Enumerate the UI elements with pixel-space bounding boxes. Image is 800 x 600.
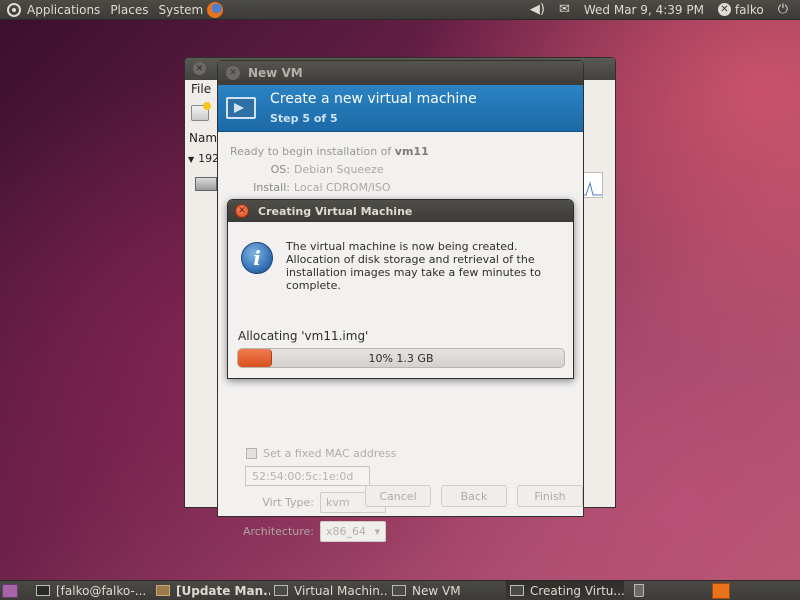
chevron-down-icon: ▼ [374,527,380,536]
top-panel-left: Applications Places System [0,0,224,19]
progress-text: 10% 1.3 GB [368,351,434,365]
user-name: falko [734,2,764,17]
allocating-label: Allocating 'vm11.img' [238,329,369,343]
taskbar-item-label: Virtual Machin... [294,583,388,598]
menu-file[interactable]: File [191,82,211,96]
os-row: OS: Debian Squeeze [218,163,384,176]
finish-button[interactable]: Finish [517,485,583,507]
taskbar-item-label: [Update Man... [176,583,270,598]
user-icon: ✕ [717,3,731,16]
wizard-step: Step 5 of 5 [270,112,338,125]
vm-monitor-icon [195,177,217,191]
volume-icon[interactable]: ◀) [530,2,545,17]
power-icon[interactable]: ⏻ [778,2,788,17]
checkbox-box[interactable] [246,448,257,459]
top-panel-right: ◀) ✉ Wed Mar 9, 4:39 PM ✕ falko ⏻ [530,0,800,19]
virt-manager-icon [274,585,288,596]
wizard-header-text: Create a new virtual machine Step 5 of 5 [270,91,477,125]
taskbar-item-terminal[interactable]: [falko@falko-... [32,581,152,600]
taskbar-item-label: [falko@falko-... [56,583,147,598]
top-panel: Applications Places System ◀) ✉ Wed Mar … [0,0,800,20]
workspace-switcher-icon[interactable] [712,582,730,599]
taskbar-item-new-vm[interactable]: New VM [388,581,506,600]
install-label: Install: [253,181,290,194]
user-menu[interactable]: ✕ falko [717,2,764,17]
taskbar-item-update-manager[interactable]: [Update Man... [152,581,270,600]
bottom-panel: [falko@falko-... [Update Man... Virtual … [0,580,800,600]
firefox-icon[interactable] [207,1,224,18]
os-label: OS: [270,163,290,176]
virt-manager-icon [510,585,524,596]
virt-type-value: kvm [326,496,350,509]
taskbar-item-label: Creating Virtu... [530,583,624,598]
virtual-machine-icon [226,97,256,119]
ready-prefix: Ready to begin installation of [230,145,395,158]
menu-system[interactable]: System [158,3,203,17]
architecture-combo[interactable]: x86_64 ▼ [320,521,386,542]
architecture-row: Architecture: x86_64 ▼ [218,521,386,542]
wizard-title: Create a new virtual machine [270,91,477,107]
fixed-mac-checkbox[interactable]: Set a fixed MAC address [246,447,396,460]
install-value: Local CDROM/ISO [294,181,391,194]
taskbar-item-creating-vm[interactable]: Creating Virtu... [506,581,624,600]
mac-address-field[interactable]: 52:54:00:5c:1e:0d [245,466,370,486]
cancel-button[interactable]: Cancel [365,485,431,507]
virt-type-label: Virt Type: [262,496,314,509]
wizard-header: Create a new virtual machine Step 5 of 5 [218,85,583,132]
terminal-icon [36,585,50,596]
info-icon: i [241,242,273,274]
name-column-header[interactable]: Nam [189,131,217,145]
creating-vm-title: Creating Virtual Machine [258,204,413,218]
mail-icon[interactable]: ✉ [559,2,570,17]
fixed-mac-label: Set a fixed MAC address [263,447,397,460]
ready-text: Ready to begin installation of vm11 [230,145,429,158]
os-value: Debian Squeeze [294,163,384,176]
menu-places[interactable]: Places [110,3,148,17]
expander-icon[interactable]: ▼ [188,155,194,164]
taskbar-item-label: New VM [412,583,461,598]
install-row: Install: Local CDROM/ISO [218,181,391,194]
creating-vm-close-icon[interactable]: ✕ [235,204,249,218]
ubuntu-logo-icon[interactable] [7,2,21,17]
architecture-label: Architecture: [242,525,314,538]
creating-vm-titlebar[interactable]: ✕ Creating Virtual Machine [228,200,573,222]
new-vm-titlebar[interactable]: ✕ New VM [218,61,583,85]
vm-name: vm11 [394,145,429,158]
back-button[interactable]: Back [441,485,507,507]
menu-applications[interactable]: Applications [27,3,100,17]
show-desktop-icon[interactable] [2,583,18,598]
architecture-value: x86_64 [326,525,367,538]
creating-vm-dialog: ✕ Creating Virtual Machine i The virtual… [227,199,574,379]
new-vm-close-icon[interactable]: ✕ [226,66,240,80]
new-vm-title: New VM [248,66,303,80]
allocation-progress-bar: 10% 1.3 GB [237,348,565,368]
wizard-buttons: Cancel Back Finish [355,485,583,507]
clock[interactable]: Wed Mar 9, 4:39 PM [584,3,704,17]
creating-vm-message: The virtual machine is now being created… [286,240,541,292]
virt-manager-close-icon[interactable]: ✕ [193,62,206,75]
taskbar-item-virtual-machine-manager[interactable]: Virtual Machin... [270,581,388,600]
update-manager-icon [156,585,170,596]
new-vm-toolbar-icon[interactable] [191,102,211,121]
virt-manager-icon [392,585,406,596]
trash-icon[interactable] [634,584,644,597]
